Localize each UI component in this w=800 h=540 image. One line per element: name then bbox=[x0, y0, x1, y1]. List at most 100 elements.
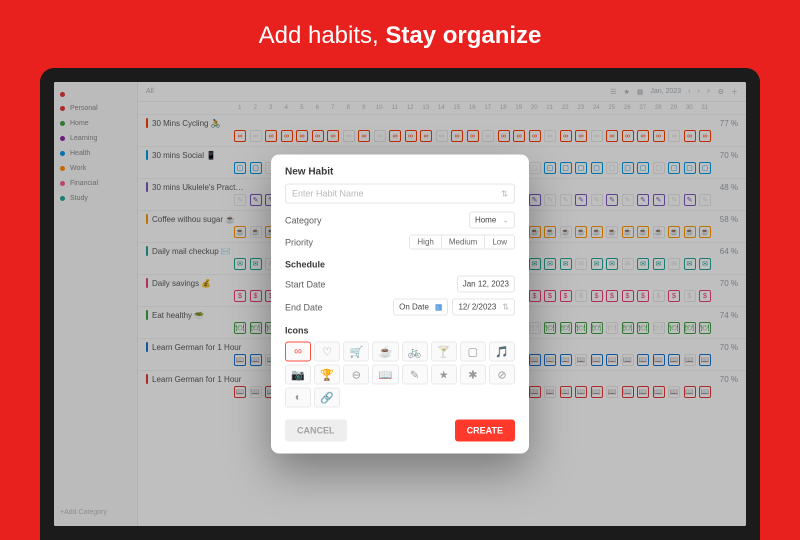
priority-option[interactable]: High bbox=[410, 236, 441, 249]
habit-day-cell[interactable]: ∞ bbox=[529, 130, 541, 142]
habit-day-cell[interactable]: $ bbox=[668, 290, 680, 302]
priority-option[interactable]: Medium bbox=[442, 236, 485, 249]
habit-day-cell[interactable]: ∞ bbox=[358, 130, 370, 142]
icon-option[interactable]: ✱ bbox=[460, 365, 486, 385]
habit-day-cell[interactable]: ☕ bbox=[699, 226, 711, 238]
icon-option[interactable]: ✎ bbox=[402, 365, 428, 385]
habit-day-cell[interactable]: ☕ bbox=[637, 226, 649, 238]
habit-day-cell[interactable]: 📖 bbox=[250, 354, 262, 366]
habit-day-cell[interactable]: 📖 bbox=[234, 354, 246, 366]
icon-option[interactable]: ⊘ bbox=[489, 365, 515, 385]
habit-day-cell[interactable]: 📖 bbox=[684, 354, 696, 366]
icon-option[interactable]: 🏆 bbox=[314, 365, 340, 385]
habit-day-cell[interactable]: ☕ bbox=[250, 226, 262, 238]
habit-day-cell[interactable]: ∞ bbox=[420, 130, 432, 142]
habit-day-cell[interactable]: 🍽 bbox=[529, 322, 541, 334]
habit-day-cell[interactable]: ∞ bbox=[684, 130, 696, 142]
chevron-right-icon[interactable]: › bbox=[697, 88, 699, 95]
habit-day-cell[interactable]: 📖 bbox=[653, 386, 665, 398]
habit-day-cell[interactable]: ∞ bbox=[343, 130, 355, 142]
habit-name[interactable]: Learn German for 1 Hour bbox=[146, 342, 241, 352]
habit-name[interactable]: Learn German for 1 Hour bbox=[146, 374, 241, 384]
habit-day-cell[interactable]: ∞ bbox=[250, 130, 262, 142]
habit-day-cell[interactable]: ∞ bbox=[699, 130, 711, 142]
habit-day-cell[interactable]: ✉ bbox=[560, 258, 572, 270]
habit-day-cell[interactable]: ▢ bbox=[622, 162, 634, 174]
habit-day-cell[interactable]: 📖 bbox=[699, 354, 711, 366]
icon-option[interactable]: ▢ bbox=[460, 342, 486, 362]
icon-option[interactable]: 📖 bbox=[372, 365, 398, 385]
habit-day-cell[interactable]: 📖 bbox=[622, 354, 634, 366]
habit-day-cell[interactable]: $ bbox=[606, 290, 618, 302]
sidebar-item[interactable]: Work bbox=[60, 165, 131, 172]
habit-day-cell[interactable]: 📖 bbox=[684, 386, 696, 398]
habit-day-cell[interactable]: ▢ bbox=[529, 162, 541, 174]
end-mode-select[interactable]: On Date ▦ bbox=[393, 299, 448, 316]
habit-name[interactable]: Daily savings 💰 bbox=[146, 278, 211, 288]
habit-day-cell[interactable]: $ bbox=[560, 290, 572, 302]
habit-day-cell[interactable]: 📖 bbox=[575, 386, 587, 398]
habit-day-cell[interactable]: ✎ bbox=[250, 194, 262, 206]
habit-day-cell[interactable]: ∞ bbox=[281, 130, 293, 142]
habit-day-cell[interactable]: 🍽 bbox=[606, 322, 618, 334]
habit-day-cell[interactable]: ∞ bbox=[234, 130, 246, 142]
habit-day-cell[interactable]: ▢ bbox=[234, 162, 246, 174]
habit-day-cell[interactable]: 🍽 bbox=[622, 322, 634, 334]
habit-day-cell[interactable]: 📖 bbox=[606, 354, 618, 366]
habit-day-cell[interactable]: ▢ bbox=[653, 162, 665, 174]
habit-day-cell[interactable]: ☕ bbox=[606, 226, 618, 238]
sidebar-item[interactable]: Study bbox=[60, 195, 131, 202]
stepper-icon[interactable]: ⇅ bbox=[501, 189, 508, 198]
habit-day-cell[interactable]: $ bbox=[637, 290, 649, 302]
habit-day-cell[interactable]: ✎ bbox=[575, 194, 587, 206]
habit-day-cell[interactable]: 🍽 bbox=[575, 322, 587, 334]
icon-option[interactable]: ★ bbox=[431, 365, 457, 385]
habit-day-cell[interactable]: ∞ bbox=[544, 130, 556, 142]
cancel-button[interactable]: CANCEL bbox=[285, 420, 347, 442]
habit-day-cell[interactable]: ▢ bbox=[606, 162, 618, 174]
sidebar-item[interactable]: Financial bbox=[60, 180, 131, 187]
icon-option[interactable]: ☕ bbox=[372, 342, 398, 362]
habit-day-cell[interactable]: ▢ bbox=[250, 162, 262, 174]
habit-day-cell[interactable]: $ bbox=[699, 290, 711, 302]
habit-day-cell[interactable]: 🍽 bbox=[560, 322, 572, 334]
habit-day-cell[interactable]: 🍽 bbox=[684, 322, 696, 334]
habit-day-cell[interactable]: $ bbox=[622, 290, 634, 302]
plus-icon[interactable]: ＋ bbox=[731, 87, 738, 97]
icon-option[interactable]: ♡ bbox=[314, 342, 340, 362]
habit-day-cell[interactable]: ✎ bbox=[544, 194, 556, 206]
habit-day-cell[interactable]: $ bbox=[591, 290, 603, 302]
category-select[interactable]: Home ⌄ bbox=[469, 212, 515, 229]
habit-day-cell[interactable]: 📖 bbox=[637, 386, 649, 398]
create-button[interactable]: CREATE bbox=[455, 420, 515, 442]
habit-day-cell[interactable]: ☕ bbox=[575, 226, 587, 238]
habit-day-cell[interactable]: $ bbox=[250, 290, 262, 302]
habit-day-cell[interactable]: ☕ bbox=[560, 226, 572, 238]
habit-day-cell[interactable]: ☕ bbox=[591, 226, 603, 238]
habit-day-cell[interactable]: 🍽 bbox=[544, 322, 556, 334]
habit-day-cell[interactable]: ✎ bbox=[529, 194, 541, 206]
habit-day-cell[interactable]: ☕ bbox=[684, 226, 696, 238]
habit-day-cell[interactable]: $ bbox=[575, 290, 587, 302]
habit-day-cell[interactable]: ∞ bbox=[327, 130, 339, 142]
habit-day-cell[interactable]: 📖 bbox=[606, 386, 618, 398]
habit-day-cell[interactable]: 📖 bbox=[591, 386, 603, 398]
habit-day-cell[interactable]: ∞ bbox=[668, 130, 680, 142]
icon-option[interactable]: 🎵 bbox=[489, 342, 515, 362]
habit-day-cell[interactable]: ✉ bbox=[684, 258, 696, 270]
habit-day-cell[interactable]: 📖 bbox=[699, 386, 711, 398]
habit-day-cell[interactable]: 🍽 bbox=[668, 322, 680, 334]
icon-option[interactable]: ◐ bbox=[285, 388, 311, 408]
habit-day-cell[interactable]: ✉ bbox=[591, 258, 603, 270]
habit-day-cell[interactable]: ▢ bbox=[699, 162, 711, 174]
habit-day-cell[interactable]: ∞ bbox=[436, 130, 448, 142]
habit-day-cell[interactable]: 📖 bbox=[653, 354, 665, 366]
habit-day-cell[interactable]: ☕ bbox=[529, 226, 541, 238]
sidebar-item[interactable]: Health bbox=[60, 150, 131, 157]
habit-day-cell[interactable]: ✉ bbox=[544, 258, 556, 270]
habit-day-cell[interactable]: $ bbox=[529, 290, 541, 302]
habit-day-cell[interactable]: ∞ bbox=[637, 130, 649, 142]
habit-day-cell[interactable]: ✎ bbox=[606, 194, 618, 206]
habit-day-cell[interactable]: ✎ bbox=[637, 194, 649, 206]
search-icon[interactable]: ⌕ bbox=[707, 88, 711, 96]
